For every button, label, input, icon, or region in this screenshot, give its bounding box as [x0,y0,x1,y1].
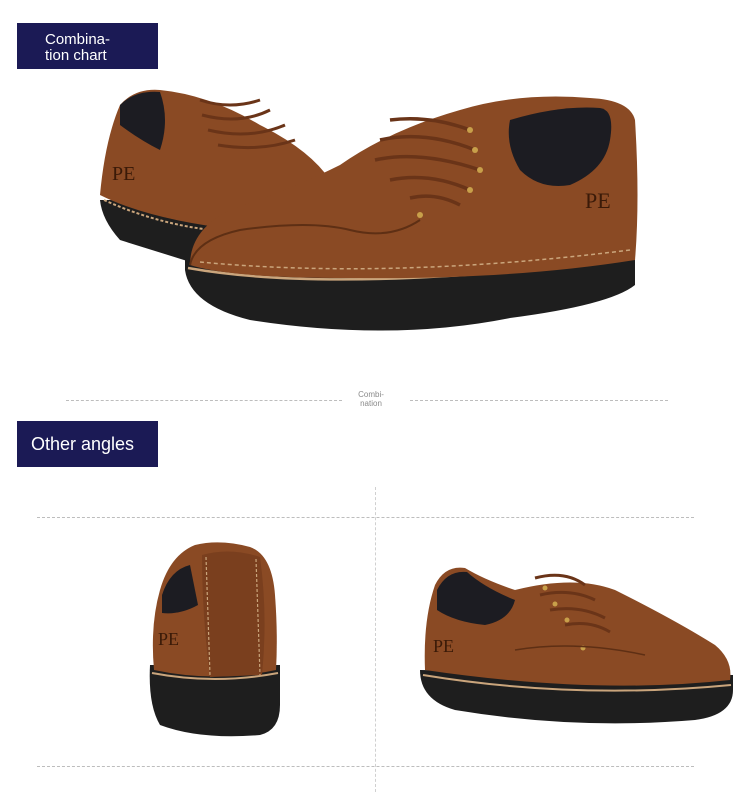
shoe-side-view-image: PE [420,567,733,724]
shoes-pair-image: PE PE [100,89,638,331]
section-label-line1: Combina- [45,31,111,48]
right-shoe-brand-mark: PE [585,188,611,213]
grid-line-middle [375,487,376,792]
divider-caption: Combi- nation [350,390,392,408]
left-shoe-brand-mark: PE [112,163,135,185]
section-label-line2: tion chart [45,47,107,64]
grid-line-top [37,517,694,518]
divider-left [66,400,342,401]
section-label-combination: Combina- tion chart [17,23,158,69]
divider-caption-line2: nation [360,399,382,408]
side-view-brand-mark: PE [433,636,454,656]
divider-caption-line1: Combi- [358,390,384,399]
divider-right [410,400,668,401]
section-label-text: Other angles [31,434,135,454]
back-view-brand-mark: PE [158,629,179,649]
grid-line-bottom [37,766,694,767]
section-label-other-angles: Other angles [17,421,158,467]
shoe-back-view-image: PE [149,542,280,737]
